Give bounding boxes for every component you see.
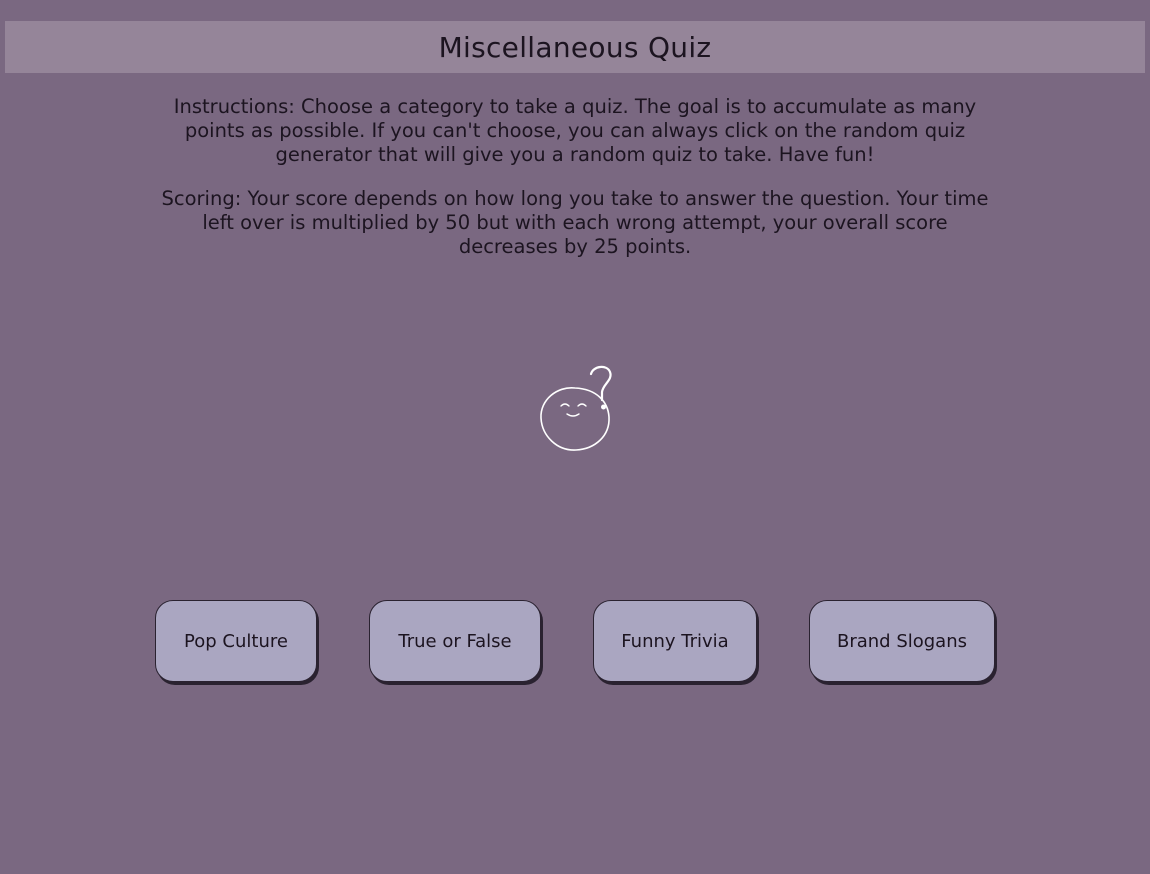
funny-trivia-button[interactable]: Funny Trivia	[593, 600, 757, 682]
true-or-false-button[interactable]: True or False	[369, 600, 541, 682]
random-quiz-generator[interactable]	[535, 362, 620, 456]
page-title: Miscellaneous Quiz	[438, 30, 712, 64]
question-face-icon	[540, 365, 612, 451]
brand-slogans-button[interactable]: Brand Slogans	[809, 600, 995, 682]
header-bar: Miscellaneous Quiz	[5, 21, 1145, 73]
instructions-text: Instructions: Choose a category to take …	[173, 95, 977, 166]
scoring-text: Scoring: Your score depends on how long …	[161, 187, 989, 258]
pop-culture-button[interactable]: Pop Culture	[155, 600, 317, 682]
quiz-home-page: Miscellaneous Quiz Instructions: Choose …	[0, 0, 1150, 874]
